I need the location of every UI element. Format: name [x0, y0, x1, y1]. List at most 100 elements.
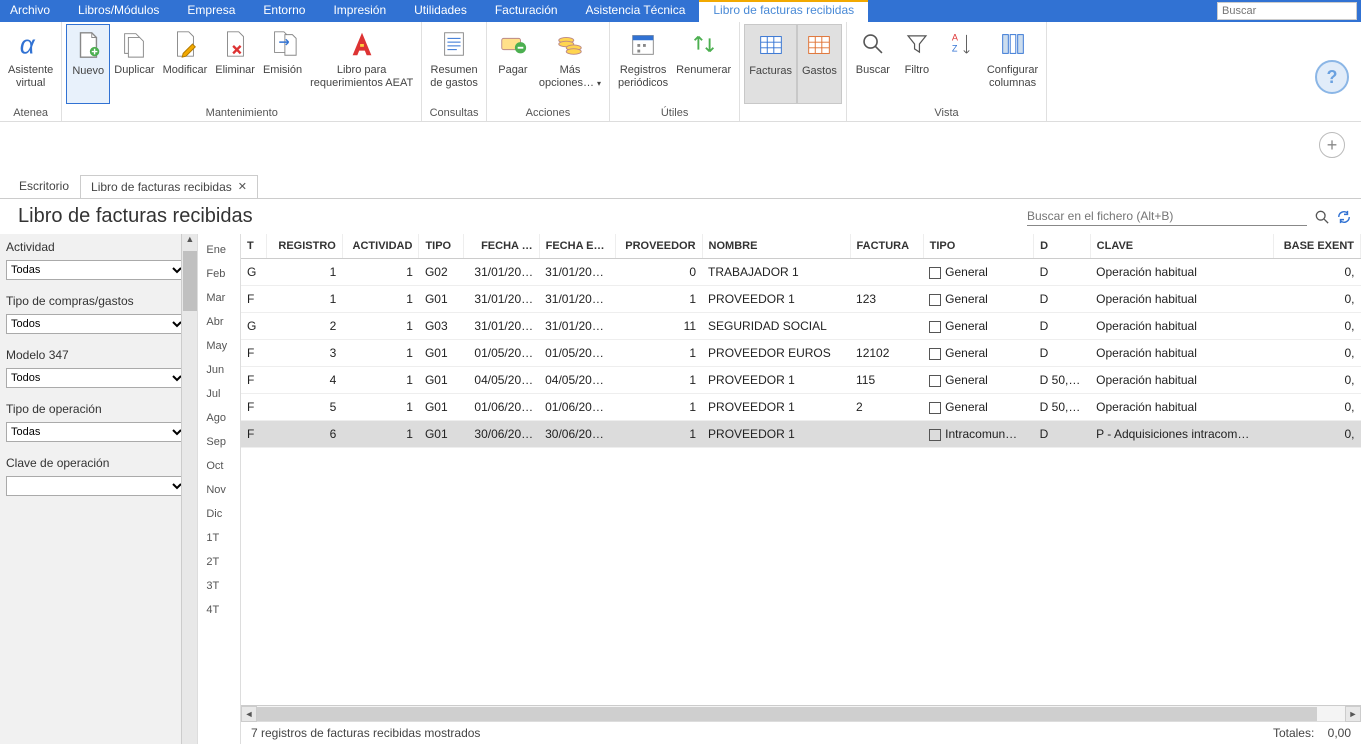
menu-archivo[interactable]: Archivo [0, 0, 64, 22]
data-grid[interactable]: TREGISTROACTIVIDADTIPOFECHA …FECHA E…PRO… [241, 234, 1361, 705]
tab-libro-de-facturas-recibidas[interactable]: Libro de facturas recibidas✕ [80, 175, 258, 198]
refresh-icon[interactable] [1337, 210, 1351, 224]
table-row[interactable]: F11G0131/01/20…31/01/20…1PROVEEDOR 1123G… [241, 286, 1361, 313]
pagar-button[interactable]: Pagar [491, 24, 535, 104]
gastos-button[interactable]: Gastos [797, 24, 842, 104]
table-row[interactable]: F41G0104/05/20…04/05/20…1PROVEEDOR 1115G… [241, 367, 1361, 394]
reg-periodicos-button[interactable]: Registrosperiódicos [614, 24, 672, 104]
sort-button[interactable]: AZ [939, 24, 983, 104]
column-header[interactable]: TIPO [923, 234, 1034, 259]
svg-text:A: A [952, 32, 959, 42]
emision-button[interactable]: Emisión [259, 24, 306, 104]
eliminar-button[interactable]: Eliminar [211, 24, 259, 104]
calendar-icon [627, 28, 659, 60]
close-icon[interactable]: ✕ [238, 180, 247, 193]
menu-utilidades[interactable]: Utilidades [400, 0, 481, 22]
nuevo-button[interactable]: Nuevo [66, 24, 110, 104]
table-row[interactable]: F31G0101/05/20…01/05/20…1PROVEEDOR EUROS… [241, 340, 1361, 367]
asistente-virtual-button[interactable]: αAsistentevirtual [4, 24, 57, 104]
filter-label: Clave de operación [6, 456, 191, 470]
period-sep[interactable]: Sep [198, 430, 240, 454]
add-page-button[interactable]: + [1319, 132, 1345, 158]
horizontal-scrollbar[interactable]: ◄► [241, 705, 1361, 721]
ribbon-group-label: Mantenimiento [62, 105, 421, 121]
table-row[interactable]: F51G0101/06/20…01/06/20…1PROVEEDOR 12Gen… [241, 394, 1361, 421]
libro-aeat-label: Libro pararequerimientos AEAT [310, 64, 413, 90]
global-search-input[interactable] [1217, 2, 1357, 20]
renumerar-button[interactable]: Renumerar [672, 24, 735, 104]
column-header[interactable]: D [1034, 234, 1091, 259]
filter-tipo-de-operaci-n-select[interactable]: Todas [6, 422, 186, 442]
column-header[interactable]: NOMBRE [702, 234, 850, 259]
menu-libros-m-dulos[interactable]: Libros/Módulos [64, 0, 173, 22]
status-text: 7 registros de facturas recibidas mostra… [251, 726, 480, 740]
column-header[interactable]: FECHA … [464, 234, 540, 259]
ribbon-group-label: Útiles [610, 105, 739, 121]
ribbon-tab-active[interactable]: Libro de facturas recibidas [699, 0, 868, 22]
funnel-icon [901, 28, 933, 60]
filter-scrollbar[interactable]: ▲ [181, 234, 197, 744]
menu-entorno[interactable]: Entorno [249, 0, 319, 22]
period-nov[interactable]: Nov [198, 478, 240, 502]
period-ene[interactable]: Ene [198, 238, 240, 262]
filtro-button[interactable]: Filtro [895, 24, 939, 104]
filter-modelo--select[interactable]: Todos [6, 368, 186, 388]
modificar-button[interactable]: Modificar [159, 24, 212, 104]
period-mar[interactable]: Mar [198, 286, 240, 310]
period-jun[interactable]: Jun [198, 358, 240, 382]
period-4t[interactable]: 4T [198, 598, 240, 622]
libro-aeat-button[interactable]: Libro pararequerimientos AEAT [306, 24, 417, 104]
menu-asistencia-t-cnica[interactable]: Asistencia Técnica [572, 0, 700, 22]
column-header[interactable]: BASE EXENT [1274, 234, 1361, 259]
table-row[interactable]: F61G0130/06/20…30/06/20…1PROVEEDOR 1Intr… [241, 421, 1361, 448]
period-dic[interactable]: Dic [198, 502, 240, 526]
period-abr[interactable]: Abr [198, 310, 240, 334]
filter-clave-de-operaci-n-select[interactable] [6, 476, 186, 496]
file-search-input[interactable] [1027, 207, 1307, 226]
svg-text:Z: Z [952, 43, 958, 53]
help-icon[interactable]: ? [1315, 60, 1349, 94]
period-1t[interactable]: 1T [198, 526, 240, 550]
table-row[interactable]: G11G0231/01/20…31/01/20…0TRABAJADOR 1Gen… [241, 259, 1361, 286]
duplicar-button[interactable]: Duplicar [110, 24, 158, 104]
filter-label: Modelo 347 [6, 348, 191, 362]
resumen-gastos-label: Resumende gastos [430, 64, 478, 90]
column-header[interactable]: REGISTRO [267, 234, 342, 259]
column-header[interactable]: PROVEEDOR [615, 234, 702, 259]
period-3t[interactable]: 3T [198, 574, 240, 598]
column-header[interactable]: TIPO [419, 234, 464, 259]
resumen-gastos-button[interactable]: Resumende gastos [426, 24, 482, 104]
period-may[interactable]: May [198, 334, 240, 358]
grid2-icon [803, 29, 835, 61]
tab-label: Escritorio [19, 179, 69, 193]
config-col-button[interactable]: Configurarcolumnas [983, 24, 1042, 104]
column-header[interactable]: FECHA E… [539, 234, 615, 259]
period-2t[interactable]: 2T [198, 550, 240, 574]
mas-opciones-label: Másopciones… ▾ [539, 64, 601, 90]
page-title: Libro de facturas recibidas [18, 205, 253, 228]
period-oct[interactable]: Oct [198, 454, 240, 478]
columns-icon [997, 28, 1029, 60]
search-icon[interactable] [1315, 210, 1329, 224]
asistente-virtual-label: Asistentevirtual [8, 64, 53, 90]
ribbon-group-label: Acciones [487, 105, 609, 121]
column-header[interactable]: T [241, 234, 267, 259]
column-header[interactable]: FACTURA [850, 234, 923, 259]
column-header[interactable]: CLAVE [1090, 234, 1273, 259]
menu-empresa[interactable]: Empresa [173, 0, 249, 22]
menu-impresi-n[interactable]: Impresión [319, 0, 400, 22]
ribbon-group-label: Consultas [422, 105, 486, 121]
mas-opciones-button[interactable]: Másopciones… ▾ [535, 24, 605, 104]
menu-facturaci-n[interactable]: Facturación [481, 0, 572, 22]
tab-escritorio[interactable]: Escritorio [8, 174, 80, 197]
filter-tipo-de-compras-gastos-select[interactable]: Todos [6, 314, 186, 334]
summary-icon [438, 28, 470, 60]
filter-actividad-select[interactable]: Todas [6, 260, 186, 280]
column-header[interactable]: ACTIVIDAD [342, 234, 419, 259]
facturas-button[interactable]: Facturas [744, 24, 797, 104]
table-row[interactable]: G21G0331/01/20…31/01/20…11SEGURIDAD SOCI… [241, 313, 1361, 340]
period-feb[interactable]: Feb [198, 262, 240, 286]
buscar-button[interactable]: Buscar [851, 24, 895, 104]
period-jul[interactable]: Jul [198, 382, 240, 406]
period-ago[interactable]: Ago [198, 406, 240, 430]
